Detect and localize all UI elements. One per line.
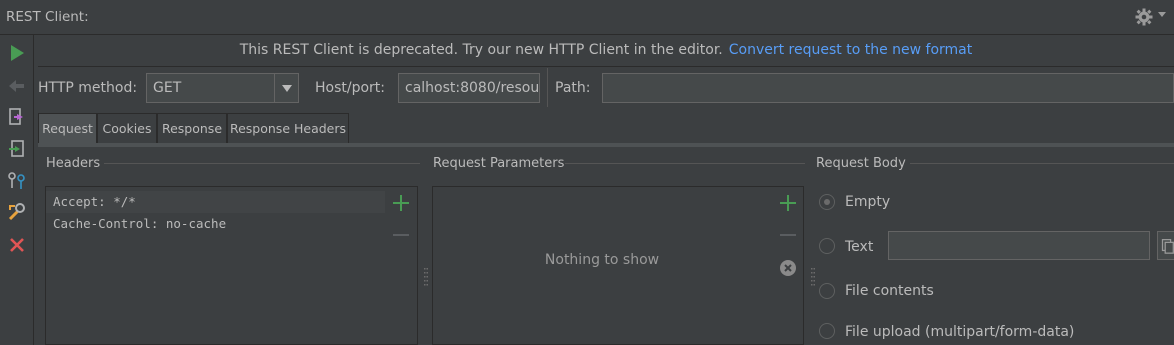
body-file-contents-label: File contents [845, 283, 934, 299]
header-row[interactable]: Cache-Control: no-cache [46, 213, 386, 235]
gear-icon[interactable] [1134, 7, 1154, 27]
title-bar [0, 0, 1174, 35]
headers-title: Headers [46, 156, 101, 171]
left-toolbar [0, 35, 34, 345]
remove-header-button[interactable] [393, 234, 409, 236]
divider [547, 68, 548, 107]
empty-state-text: Nothing to show [544, 252, 660, 268]
close-icon[interactable] [6, 234, 28, 256]
headers-list[interactable]: Accept: */* Cache-Control: no-cache [45, 186, 386, 345]
body-file-contents-radio[interactable] [819, 283, 835, 299]
body-title-rule [910, 163, 1174, 164]
path-label: Path: [555, 80, 591, 96]
add-header-button[interactable] [393, 195, 409, 211]
tab-cookies[interactable]: Cookies [97, 113, 157, 143]
wrench-icon[interactable] [6, 201, 28, 223]
remove-parameter-button[interactable] [780, 234, 796, 236]
header-row[interactable]: Accept: */* [46, 191, 386, 213]
browse-file-icon[interactable] [1157, 231, 1174, 260]
host-port-input[interactable]: calhost:8080/resour [398, 73, 540, 103]
body-text-radio[interactable] [819, 238, 835, 254]
deprecation-message: This REST Client is deprecated. Try our … [239, 42, 723, 58]
import-icon[interactable] [6, 138, 28, 160]
tab-response[interactable]: Response [157, 113, 227, 143]
body-empty-radio[interactable] [819, 194, 835, 210]
body-file-upload-label: File upload (multipart/form-data) [845, 324, 1075, 340]
host-port-label: Host/port: [315, 80, 386, 96]
path-input[interactable] [602, 73, 1174, 103]
export-icon[interactable] [6, 106, 28, 128]
tab-underline [38, 143, 1174, 147]
tab-request[interactable]: Request [38, 113, 97, 143]
body-text-label: Text [845, 239, 874, 255]
back-arrow-icon[interactable] [6, 75, 28, 97]
add-parameter-button[interactable] [780, 195, 796, 211]
splitter-grip-icon[interactable] [424, 268, 428, 286]
splitter-grip-icon[interactable] [811, 268, 815, 286]
body-empty-label: Empty [845, 194, 891, 210]
body-text-input[interactable] [888, 231, 1150, 260]
request-body-title: Request Body [816, 156, 906, 171]
run-icon[interactable] [6, 42, 28, 64]
convert-request-link[interactable]: Convert request to the new format [729, 42, 973, 58]
http-method-label: HTTP method: [38, 80, 138, 96]
deprecation-banner: This REST Client is deprecated. Try our … [38, 35, 1174, 67]
clear-parameters-icon[interactable] [779, 259, 797, 277]
gear-dropdown-caret-icon[interactable] [1158, 12, 1166, 17]
chevron-down-icon[interactable] [274, 73, 299, 103]
tab-response-headers[interactable]: Response Headers [227, 113, 349, 143]
window-title: REST Client: [6, 9, 89, 25]
body-file-upload-radio[interactable] [819, 323, 835, 339]
http-method-select[interactable]: GET [146, 73, 275, 103]
keys-icon[interactable] [6, 170, 28, 192]
headers-title-rule [104, 163, 420, 164]
params-title-rule [565, 163, 805, 164]
request-parameters-title: Request Parameters [433, 156, 565, 171]
